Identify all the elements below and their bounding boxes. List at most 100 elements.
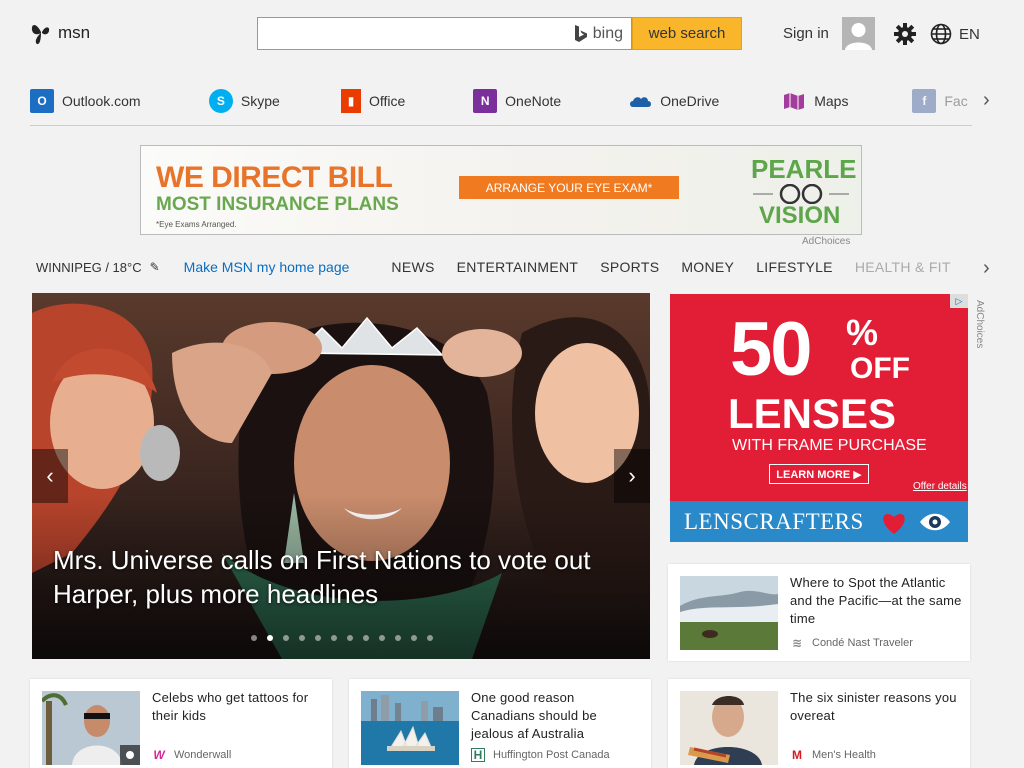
search-bar: bing web search — [257, 17, 742, 50]
app-label: Skype — [240, 93, 280, 109]
app-label: Office — [369, 93, 406, 109]
nav-next-arrow[interactable]: › — [983, 257, 990, 280]
sign-in-link[interactable]: Sign in — [783, 25, 829, 42]
msn-logo[interactable]: msn — [30, 20, 90, 46]
search-input[interactable]: bing — [257, 17, 632, 50]
carousel-dot[interactable] — [251, 635, 257, 641]
apps-next-arrow[interactable]: › — [983, 89, 990, 112]
mens-health-icon: M — [792, 748, 802, 762]
carousel-dot-active[interactable] — [267, 635, 273, 641]
card-source[interactable]: H Huffington Post Canada — [471, 748, 610, 762]
card-headline[interactable]: Where to Spot the Atlantic and the Pacif… — [790, 574, 968, 628]
gear-icon[interactable] — [894, 23, 916, 45]
card-source[interactable]: W Wonderwall — [152, 748, 231, 762]
ad-product: LENSES — [728, 390, 897, 437]
carousel-dot[interactable] — [331, 635, 337, 641]
app-label: Maps — [814, 93, 849, 109]
app-office[interactable]: ▮ Office — [341, 89, 473, 113]
carousel-next-button[interactable]: › — [614, 449, 650, 503]
butterfly-icon — [31, 25, 50, 45]
adchoices-icon[interactable]: ▷ — [950, 294, 968, 308]
hero-carousel[interactable]: ‹ › Mrs. Universe calls on First Nations… — [32, 293, 650, 659]
ad-off-label: OFF — [850, 352, 910, 385]
app-label: Outlook.com — [62, 93, 141, 109]
carousel-dot[interactable] — [395, 635, 401, 641]
ad-brand-bar: LENSCRAFTERS — [670, 501, 968, 542]
card-thumbnail — [680, 576, 778, 650]
card-headline[interactable]: One good reason Canadians should be jeal… — [471, 689, 641, 743]
onenote-icon: N — [473, 89, 498, 113]
skype-icon: S — [208, 89, 233, 113]
eye-icon — [920, 513, 950, 531]
outlook-icon: O — [30, 89, 54, 113]
carousel-dot[interactable] — [427, 635, 433, 641]
carousel-dot[interactable] — [283, 635, 289, 641]
card-source[interactable]: ≋ Condé Nast Traveler — [790, 636, 913, 650]
adchoices-link-vertical[interactable]: AdChoices — [974, 300, 985, 348]
nav-lifestyle[interactable]: LIFESTYLE — [756, 259, 833, 275]
app-onenote[interactable]: N OneNote — [473, 89, 628, 113]
ad-note: *Eye Exams Arranged. — [156, 220, 237, 229]
onedrive-icon — [630, 97, 652, 107]
app-facebook[interactable]: f Fac — [912, 89, 972, 113]
app-maps[interactable]: Maps — [782, 89, 912, 113]
language-selector[interactable]: EN — [959, 26, 980, 43]
web-search-button[interactable]: web search — [632, 17, 742, 50]
card-source[interactable]: M Men's Health — [790, 748, 876, 762]
app-outlook[interactable]: O Outlook.com — [30, 89, 209, 113]
conde-nast-icon: ≋ — [791, 636, 803, 650]
app-onedrive[interactable]: OneDrive — [628, 89, 782, 113]
bing-label: bing — [592, 24, 623, 42]
ad-learn-more-button[interactable]: LEARN MORE ▶ — [769, 464, 869, 484]
carousel-dot[interactable] — [347, 635, 353, 641]
top-banner-ad[interactable]: WE DIRECT BILL MOST INSURANCE PLANS *Eye… — [140, 145, 862, 235]
nav-news[interactable]: NEWS — [391, 259, 434, 275]
carousel-dot[interactable] — [379, 635, 385, 641]
heart-icon — [883, 514, 905, 534]
app-label: Fac — [944, 93, 968, 109]
weather-location[interactable]: WINNIPEG / 18°C — [36, 260, 142, 275]
source-name: Condé Nast Traveler — [812, 637, 913, 649]
category-nav: WINNIPEG / 18°C ✎ Make MSN my home page … — [30, 256, 972, 278]
hero-headline[interactable]: Mrs. Universe calls on First Nations to … — [53, 543, 643, 611]
news-card[interactable]: One good reason Canadians should be jeal… — [349, 679, 651, 768]
card-thumbnail — [680, 691, 778, 765]
ad-offer-details-link[interactable]: Offer details — [913, 481, 967, 492]
ad-subline: MOST INSURANCE PLANS — [156, 194, 399, 215]
nav-entertainment[interactable]: ENTERTAINMENT — [457, 259, 579, 275]
huffington-post-icon: H — [471, 748, 485, 762]
card-headline[interactable]: Celebs who get tattoos for their kids — [152, 689, 322, 725]
carousel-dots — [251, 635, 433, 641]
side-banner-ad[interactable]: 50 % OFF LENSES WITH FRAME PURCHASE LEAR… — [670, 294, 968, 542]
source-name: Men's Health — [812, 749, 876, 761]
carousel-prev-button[interactable]: ‹ — [32, 449, 68, 503]
nav-health[interactable]: HEALTH & FIT — [855, 259, 951, 275]
card-headline[interactable]: The six sinister reasons you overeat — [790, 689, 960, 725]
news-card[interactable]: Celebs who get tattoos for their kids W … — [30, 679, 332, 768]
app-links: O Outlook.com S Skype ▮ Office N OneNote… — [30, 86, 972, 116]
divider — [30, 125, 972, 126]
logo-text: msn — [58, 23, 91, 42]
adchoices-link[interactable]: AdChoices — [802, 236, 850, 247]
nav-money[interactable]: MONEY — [681, 259, 734, 275]
news-card[interactable]: The six sinister reasons you overeat M M… — [668, 679, 970, 768]
globe-icon[interactable] — [930, 23, 952, 45]
make-home-link[interactable]: Make MSN my home page — [184, 259, 350, 275]
card-thumbnail — [42, 691, 140, 765]
ad-cta-button[interactable]: ARRANGE YOUR EYE EXAM* — [459, 176, 679, 199]
carousel-dot[interactable] — [299, 635, 305, 641]
edit-icon[interactable]: ✎ — [150, 260, 160, 274]
source-name: Wonderwall — [174, 749, 232, 761]
maps-icon — [784, 93, 805, 110]
carousel-dot[interactable] — [315, 635, 321, 641]
carousel-dot[interactable] — [363, 635, 369, 641]
ad-condition: WITH FRAME PURCHASE — [732, 437, 927, 454]
avatar[interactable] — [842, 17, 875, 50]
app-skype[interactable]: S Skype — [208, 89, 341, 113]
nav-sports[interactable]: SPORTS — [600, 259, 659, 275]
carousel-dot[interactable] — [411, 635, 417, 641]
ad-brand-name: LENSCRAFTERS — [684, 509, 864, 534]
glasses-icon — [753, 184, 849, 204]
news-card[interactable]: Where to Spot the Atlantic and the Pacif… — [668, 564, 970, 661]
app-label: OneDrive — [660, 93, 720, 109]
